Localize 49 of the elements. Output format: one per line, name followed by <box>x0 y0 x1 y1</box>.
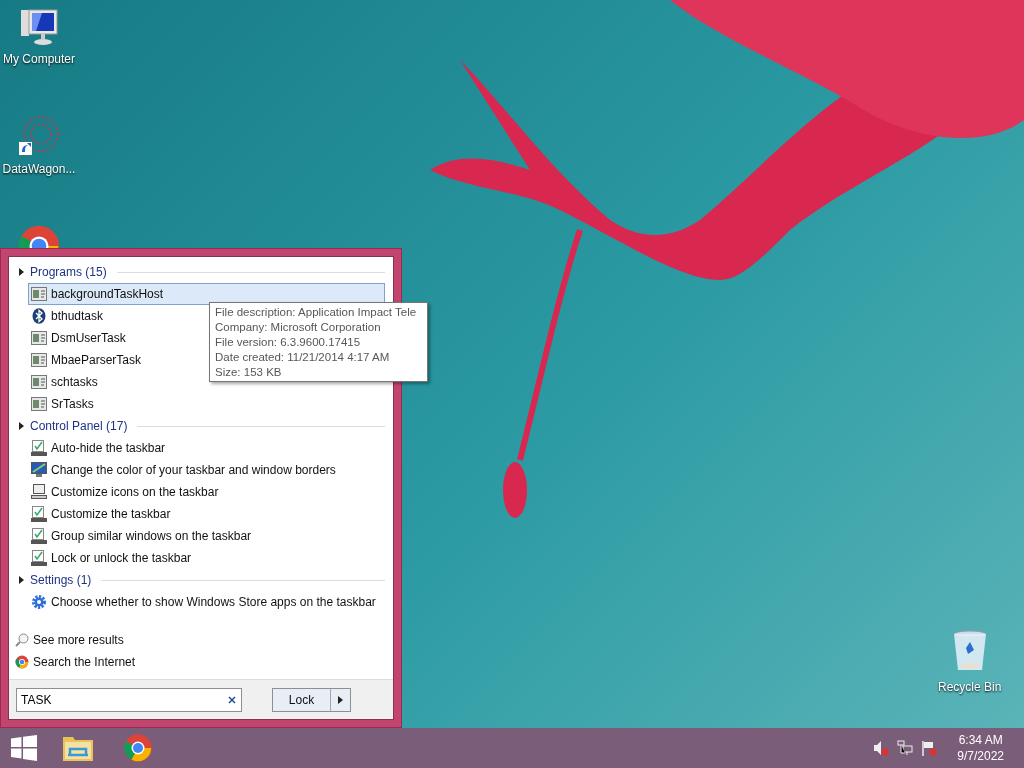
search-result-item[interactable]: Lock or unlock the taskbar <box>28 547 385 569</box>
monitor-color-icon <box>31 462 47 478</box>
search-result-item[interactable]: Group similar windows on the taskbar <box>28 525 385 547</box>
taskbar-checkbox-icon <box>31 506 47 522</box>
search-result-item[interactable]: Auto-hide the taskbar <box>28 437 385 459</box>
clock[interactable]: 6:34 AM 9/7/2022 <box>957 732 1004 764</box>
taskbar-checkbox-icon <box>31 528 47 544</box>
tooltip-line: Size: 153 KB <box>215 365 283 380</box>
clear-icon[interactable] <box>228 695 236 704</box>
tooltip-line: Company: Microsoft Corporation <box>215 320 382 335</box>
group-header[interactable]: Settings (1) <box>30 571 92 589</box>
program-window-icon <box>31 287 47 301</box>
group-header[interactable]: Control Panel (17) <box>30 417 128 435</box>
program-window-icon <box>31 397 47 411</box>
expand-arrow-icon[interactable] <box>19 576 24 584</box>
program-window-icon <box>31 353 47 367</box>
expand-arrow-icon[interactable] <box>19 422 24 430</box>
search-icon <box>15 633 29 647</box>
taskbar-checkbox-icon <box>31 440 47 456</box>
monitor-icon <box>31 484 47 500</box>
shortcut-icon <box>17 114 61 158</box>
network-icon[interactable] <box>897 740 914 756</box>
chrome-icon <box>15 655 29 669</box>
group-header[interactable]: Programs (15) <box>30 263 107 281</box>
gear-icon <box>31 594 47 610</box>
desktop-icon-label[interactable]: DataWagon... <box>2 160 76 178</box>
desktop-icon-label[interactable]: My Computer <box>3 50 75 68</box>
arrow-icon <box>338 695 343 704</box>
taskbar-checkbox-icon <box>31 550 47 566</box>
bluetooth-icon <box>32 308 46 324</box>
speaker-muted-icon[interactable] <box>873 740 890 756</box>
windows-logo-icon <box>11 735 37 761</box>
tooltip-line: File description: Application Impact Tele <box>215 305 418 320</box>
search-result-item[interactable]: Customize the taskbar <box>28 503 385 525</box>
search-field[interactable]: TASK <box>16 687 242 712</box>
tooltip-line: Date created: 11/21/2014 4:17 AM <box>215 350 391 365</box>
chrome-icon <box>123 733 153 763</box>
program-window-icon <box>31 331 47 345</box>
search-result-item[interactable]: SrTasks <box>28 393 385 415</box>
program-window-icon <box>31 375 47 389</box>
search-result-item[interactable]: Customize icons on the taskbar <box>28 481 385 503</box>
search-result-item[interactable]: backgroundTaskHost <box>28 283 385 305</box>
search-result-item[interactable]: Change the color of your taskbar and window borders <box>28 459 385 481</box>
search-link[interactable]: See more results <box>15 629 385 651</box>
tooltip-line: File version: 6.3.9600.17415 <box>215 335 362 350</box>
flag-icon[interactable] <box>921 740 938 756</box>
search-result-item[interactable]: Choose whether to show Windows Store apps on the taskbar <box>28 591 385 613</box>
search-link[interactable]: Search the Internet <box>15 651 385 673</box>
expand-arrow-icon[interactable] <box>19 268 24 276</box>
